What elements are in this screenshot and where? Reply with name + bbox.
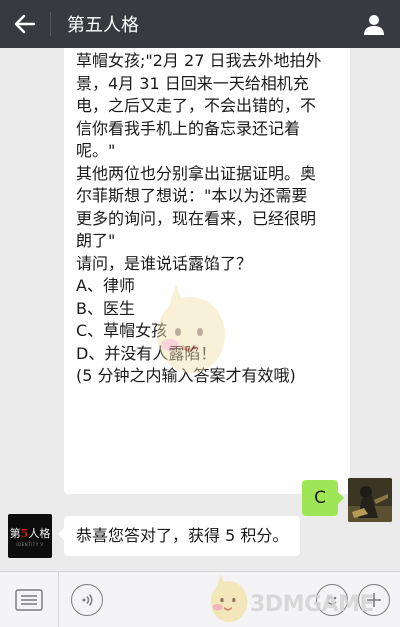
- message-line: 请问，是谁说话露馅了？: [76, 253, 253, 273]
- message-line: 信你看我手机上的备忘录还记着: [76, 118, 301, 138]
- official-account-avatar[interactable]: 第5人格 IDENTITY V: [8, 514, 52, 558]
- chat-header: 第五人格: [0, 0, 400, 48]
- message-line: 朗了": [76, 231, 116, 250]
- profile-button[interactable]: [348, 0, 400, 48]
- voice-icon: [82, 593, 93, 606]
- menu-list-icon: [15, 588, 43, 611]
- game-logo: 第5人格: [9, 527, 51, 540]
- incoming-message-bubble[interactable]: 草帽女孩;"2月 27 日我去外地拍外 景，4月 31 日回来一天给相机充 电，…: [64, 48, 350, 494]
- message-line: A、律师: [76, 276, 135, 295]
- message-line: 更多的询问，现在看来，已经很明: [76, 208, 317, 228]
- message-line: 景，4月 31 日回来一天给相机充: [76, 73, 309, 93]
- message-line: 尔菲斯想了想说："本以为还需要: [76, 186, 308, 205]
- game-logo-subtitle: IDENTITY V: [16, 542, 44, 547]
- voice-button[interactable]: [71, 583, 103, 616]
- person-icon: [364, 15, 384, 35]
- site-watermark: 3DMGAME: [250, 592, 374, 617]
- message-line: C、草帽女孩: [76, 321, 168, 340]
- message-line: B、医生: [76, 298, 135, 318]
- message-line: 草帽女孩;"2月 27 日我去外地拍外: [76, 51, 322, 70]
- message-line: D、并没有人露陷！: [76, 343, 217, 363]
- incoming-message-row: 第5人格 IDENTITY V 恭喜您答对了，获得 5 积分。: [8, 514, 301, 558]
- user-avatar[interactable]: [348, 478, 392, 522]
- header-divider: [50, 12, 51, 36]
- chat-area[interactable]: 草帽女孩;"2月 27 日我去外地拍外 景，4月 31 日回来一天给相机充 电，…: [0, 48, 400, 571]
- menu-toggle-button[interactable]: [0, 572, 58, 627]
- chat-title: 第五人格: [67, 15, 139, 36]
- message-line: (5 分钟之内输入答案才有效哦): [76, 366, 296, 385]
- outgoing-message-bubble[interactable]: C: [302, 480, 344, 516]
- message-line: 其他两位也分别拿出证据证明。奥: [76, 163, 317, 183]
- message-line: 呢。": [76, 141, 116, 160]
- back-button[interactable]: [0, 0, 50, 48]
- toolbar-divider: [58, 571, 59, 627]
- user-avatar-image: [348, 478, 392, 522]
- incoming-reply-bubble[interactable]: 恭喜您答对了，获得 5 积分。: [57, 516, 301, 556]
- outgoing-message-row: C: [302, 478, 392, 522]
- message-line: 电，之后又走了，不会出错的，不: [76, 96, 317, 115]
- arrow-left-icon: [14, 14, 36, 34]
